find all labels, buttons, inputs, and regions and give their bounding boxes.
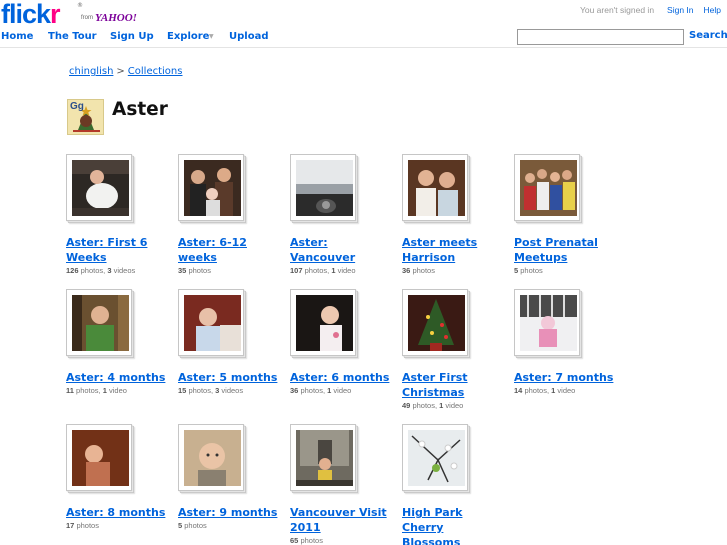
- set-item: Aster: 8 months 17 photos: [66, 424, 166, 530]
- set-counts: 65 photos: [290, 536, 323, 545]
- set-item: Aster: 4 months 11 photos, 1 video: [66, 289, 166, 395]
- set-item: Aster First Christmas 49 photos, 1 video: [402, 289, 502, 410]
- set-thumbnail[interactable]: [514, 289, 583, 359]
- avatar[interactable]: Gg: [67, 99, 104, 135]
- avatar-initials: Gg: [70, 101, 84, 112]
- set-counts: 17 photos: [66, 521, 99, 530]
- set-title[interactable]: Aster First Christmas: [402, 370, 502, 400]
- search-button[interactable]: Search: [689, 30, 727, 41]
- set-photo: [72, 430, 129, 486]
- nav-upload[interactable]: Upload: [229, 31, 268, 42]
- set-item: Aster: Vancouver 107 photos, 1 video: [290, 154, 390, 275]
- set-item: Aster: 7 months 14 photos, 1 video: [514, 289, 614, 395]
- set-thumbnail[interactable]: [402, 424, 471, 494]
- set-photo: [408, 160, 465, 216]
- set-photo: [296, 295, 353, 351]
- set-thumbnail[interactable]: [290, 289, 359, 359]
- set-item: High Park Cherry Blossoms: [402, 424, 502, 545]
- set-item: Aster meets Harrison 36 photos: [402, 154, 502, 275]
- breadcrumb-collections[interactable]: Collections: [128, 66, 183, 77]
- set-title[interactable]: Aster: 6 months: [290, 370, 390, 385]
- set-item: Aster: First 6 Weeks 126 photos, 3 video…: [66, 154, 166, 275]
- set-photo: [520, 160, 577, 216]
- set-thumbnail[interactable]: [402, 154, 471, 224]
- nav-explore[interactable]: Explore: [167, 31, 209, 42]
- set-counts: 36 photos: [402, 266, 435, 275]
- set-item: Vancouver Visit 2011 65 photos: [290, 424, 390, 545]
- from-label: from: [81, 15, 93, 21]
- set-thumbnail[interactable]: [66, 424, 135, 494]
- search-input[interactable]: [517, 29, 684, 45]
- registered-mark: ®: [77, 2, 83, 9]
- nav-home[interactable]: Home: [1, 31, 33, 42]
- breadcrumb: chinglish > Collections: [69, 66, 182, 77]
- page-title: Aster: [112, 99, 168, 120]
- breadcrumb-user[interactable]: chinglish: [69, 66, 113, 77]
- help-link[interactable]: Help: [704, 5, 721, 15]
- set-item: Aster: 6-12 weeks 35 photos: [178, 154, 278, 275]
- set-title[interactable]: Aster: 5 months: [178, 370, 278, 385]
- set-counts: 5 photos: [178, 521, 207, 530]
- breadcrumb-separator: >: [116, 66, 125, 77]
- set-photo: [184, 295, 241, 351]
- set-photo: [184, 160, 241, 216]
- account-links: You aren't signed in Sign In Help: [580, 5, 721, 15]
- set-counts: 5 photos: [514, 266, 543, 275]
- flickr-logo[interactable]: flickr ® from YAHOO!: [1, 0, 137, 29]
- set-title[interactable]: Aster: First 6 Weeks: [66, 235, 166, 265]
- set-photo: [296, 430, 353, 486]
- chevron-down-icon[interactable]: ▼: [209, 33, 214, 40]
- set-photo: [408, 430, 465, 486]
- set-title[interactable]: Aster: 9 months: [178, 505, 278, 520]
- set-thumbnail[interactable]: [66, 154, 135, 224]
- set-thumbnail[interactable]: [178, 289, 247, 359]
- set-photo: [520, 295, 577, 351]
- set-counts: 49 photos, 1 video: [402, 401, 464, 410]
- set-thumbnail[interactable]: [178, 154, 247, 224]
- flickr-wordmark: flickr: [1, 0, 60, 29]
- set-counts: 107 photos, 1 video: [290, 266, 356, 275]
- set-counts: 126 photos, 3 videos: [66, 266, 136, 275]
- set-photo: [72, 295, 129, 351]
- set-title[interactable]: Vancouver Visit 2011: [290, 505, 390, 535]
- set-title[interactable]: Aster: 6-12 weeks: [178, 235, 278, 265]
- set-thumbnail[interactable]: [290, 154, 359, 224]
- sign-in-link[interactable]: Sign In: [667, 5, 693, 15]
- set-title[interactable]: High Park Cherry Blossoms: [402, 505, 502, 545]
- set-item: Aster: 9 months 5 photos: [178, 424, 278, 530]
- set-photo: [72, 160, 129, 216]
- set-item: Post Prenatal Meetups 5 photos: [514, 154, 614, 275]
- set-photo: [296, 160, 353, 216]
- nav-the-tour[interactable]: The Tour: [48, 31, 97, 42]
- yahoo-logo: YAHOO!: [95, 12, 137, 24]
- set-thumbnail[interactable]: [514, 154, 583, 224]
- set-counts: 14 photos, 1 video: [514, 386, 576, 395]
- set-title[interactable]: Aster: Vancouver: [290, 235, 390, 265]
- set-counts: 36 photos, 1 video: [290, 386, 352, 395]
- set-item: Aster: 5 months 15 photos, 3 videos: [178, 289, 278, 395]
- set-counts: 35 photos: [178, 266, 211, 275]
- set-thumbnail[interactable]: [290, 424, 359, 494]
- set-title[interactable]: Post Prenatal Meetups: [514, 235, 614, 265]
- set-photo: [184, 430, 241, 486]
- nav-sign-up[interactable]: Sign Up: [110, 31, 154, 42]
- set-photo: [408, 295, 465, 351]
- set-item: Aster: 6 months 36 photos, 1 video: [290, 289, 390, 395]
- set-title[interactable]: Aster: 4 months: [66, 370, 166, 385]
- set-title[interactable]: Aster: 7 months: [514, 370, 614, 385]
- set-title[interactable]: Aster meets Harrison: [402, 235, 502, 265]
- set-counts: 15 photos, 3 videos: [178, 386, 244, 395]
- signin-status: You aren't signed in: [579, 5, 655, 15]
- set-thumbnail[interactable]: [402, 289, 471, 359]
- set-title[interactable]: Aster: 8 months: [66, 505, 166, 520]
- set-thumbnail[interactable]: [178, 424, 247, 494]
- set-thumbnail[interactable]: [66, 289, 135, 359]
- set-counts: 11 photos, 1 video: [66, 386, 127, 395]
